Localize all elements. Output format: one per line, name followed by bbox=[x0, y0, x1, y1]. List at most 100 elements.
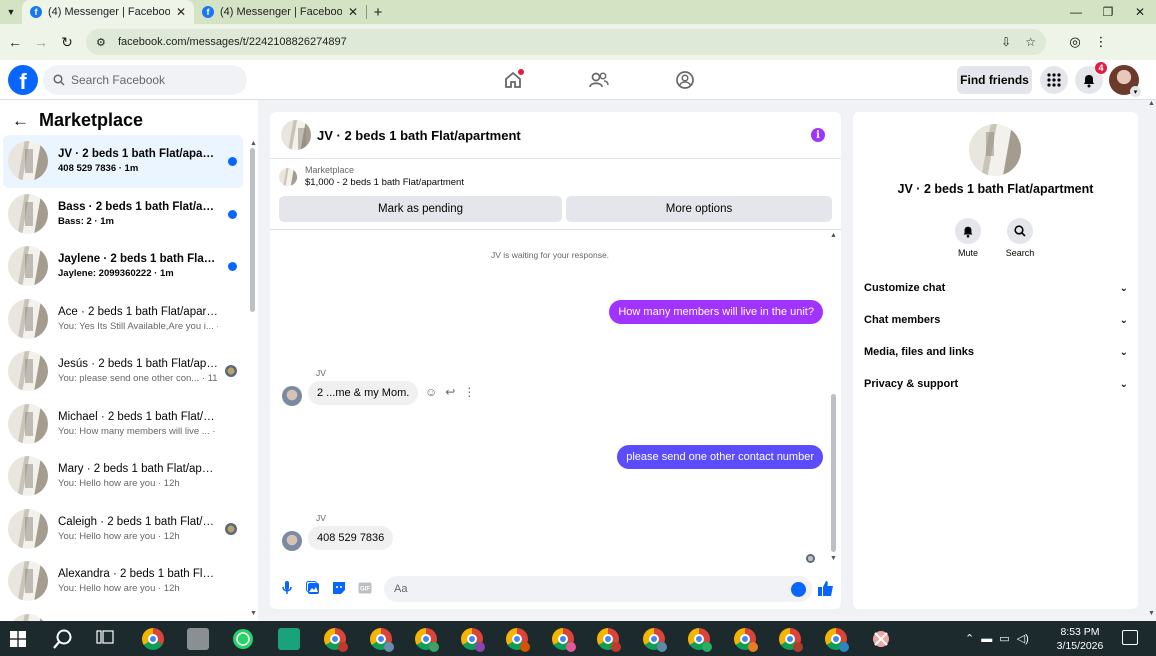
browser-menu-icon[interactable]: ⋮ bbox=[1088, 34, 1114, 50]
nav-friends[interactable] bbox=[556, 66, 642, 94]
chrome-profile-icon[interactable] bbox=[779, 628, 803, 652]
reload-icon[interactable]: ↻ bbox=[54, 34, 80, 51]
listing-summary[interactable]: Marketplace $1,000 - 2 beds 1 bath Flat/… bbox=[279, 165, 464, 188]
mark-as-pending-button[interactable]: Mark as pending bbox=[279, 196, 562, 222]
more-options-button[interactable]: More options bbox=[566, 196, 832, 222]
search-input[interactable]: Search Facebook bbox=[43, 65, 247, 95]
chrome-profile-icon[interactable] bbox=[551, 628, 576, 652]
conversation-item[interactable]: Bass · 2 beds 1 bath Flat/apart... Bass: … bbox=[3, 188, 243, 241]
message-input[interactable]: Aa bbox=[384, 576, 812, 602]
scroll-up-icon[interactable]: ▲ bbox=[830, 232, 837, 239]
listing-avatar[interactable] bbox=[281, 120, 311, 150]
chat-title[interactable]: JV · 2 beds 1 bath Flat/apartment bbox=[317, 128, 521, 143]
listing-avatar-large[interactable] bbox=[969, 124, 1021, 176]
chrome-profile-icon[interactable] bbox=[324, 628, 348, 652]
task-view-icon[interactable] bbox=[96, 628, 118, 650]
voice-recorder-icon[interactable] bbox=[278, 628, 300, 650]
section-customize-chat[interactable]: Customize chat ⌄ bbox=[864, 282, 1128, 294]
notification-center-icon[interactable] bbox=[1122, 630, 1138, 645]
volume-icon[interactable]: ◁) bbox=[1017, 632, 1029, 645]
conversation-item[interactable]: Mary · 2 beds 1 bath Flat/apart... You: H… bbox=[3, 450, 243, 503]
menu-button[interactable] bbox=[1040, 66, 1068, 94]
bookmark-star-icon[interactable]: ☆ bbox=[1025, 35, 1036, 49]
minimize-icon[interactable]: — bbox=[1060, 0, 1092, 24]
network-icon[interactable]: ▭ bbox=[999, 632, 1009, 645]
sender-avatar[interactable] bbox=[282, 531, 302, 551]
chrome-profile-icon[interactable] bbox=[460, 628, 485, 652]
chrome-profile-icon[interactable] bbox=[733, 628, 758, 652]
conversation-item[interactable]: Michael · 2 beds 1 bath Flat/apar... You:… bbox=[3, 398, 243, 451]
install-app-icon[interactable]: ⇩ bbox=[1001, 35, 1011, 49]
new-tab-icon[interactable]: + bbox=[367, 4, 389, 21]
chrome-profile-icon[interactable] bbox=[369, 628, 394, 652]
browser-tab-2[interactable]: f (4) Messenger | Facebook ✕ bbox=[194, 0, 366, 24]
conversation-item[interactable]: Jaylene · 2 beds 1 bath Flat/ap... Jaylen… bbox=[3, 240, 243, 293]
find-friends-button[interactable]: Find friends bbox=[957, 66, 1032, 94]
outgoing-message[interactable]: please send one other contact number bbox=[617, 445, 823, 469]
section-privacy-support[interactable]: Privacy & support ⌄ bbox=[864, 378, 1128, 390]
profile-icon[interactable]: ◎ bbox=[1062, 34, 1088, 50]
reply-icon[interactable]: ↩ bbox=[445, 385, 455, 399]
back-icon[interactable]: ← bbox=[2, 34, 28, 50]
back-arrow-icon[interactable]: ← bbox=[12, 111, 29, 131]
tab-search-chevron-icon[interactable]: ▼ bbox=[0, 1, 22, 23]
scroll-up-icon[interactable]: ▲ bbox=[250, 140, 257, 147]
page-scrollbar[interactable]: ▲ ▼ bbox=[1146, 100, 1156, 621]
conversation-item[interactable]: Ace · 2 beds 1 bath Flat/apartme... You: … bbox=[3, 293, 243, 346]
sticker-icon[interactable] bbox=[326, 581, 352, 595]
chrome-profile-icon[interactable] bbox=[688, 628, 712, 652]
more-icon[interactable]: ⋮ bbox=[463, 385, 475, 399]
react-emoji-icon[interactable]: ☺ bbox=[425, 385, 437, 399]
like-thumb-icon[interactable] bbox=[818, 581, 834, 601]
conversation-item[interactable]: Alexandra · 2 beds 1 bath Flat/... bbox=[3, 608, 243, 621]
incoming-message[interactable]: 408 529 7836 bbox=[308, 526, 394, 550]
section-chat-members[interactable]: Chat members ⌄ bbox=[864, 314, 1128, 326]
file-explorer-icon[interactable] bbox=[187, 628, 209, 650]
tab-close-icon[interactable]: ✕ bbox=[348, 5, 358, 19]
site-info-icon[interactable]: ⚙ bbox=[96, 36, 110, 49]
system-clock[interactable]: 8:53 PM 3/15/2026 bbox=[1050, 625, 1110, 653]
forward-icon[interactable]: → bbox=[28, 34, 54, 50]
info-icon[interactable]: i bbox=[811, 128, 825, 142]
chrome-profile-icon[interactable] bbox=[415, 628, 439, 652]
scroll-down-icon[interactable]: ▼ bbox=[830, 555, 837, 562]
facebook-logo-icon[interactable]: f bbox=[8, 65, 38, 95]
account-avatar[interactable]: ▾ bbox=[1109, 65, 1141, 97]
section-media-files-links[interactable]: Media, files and links ⌄ bbox=[864, 346, 1128, 358]
conversation-item[interactable]: Caleigh · 2 beds 1 bath Flat/ap... You: H… bbox=[3, 503, 243, 556]
chrome-icon[interactable] bbox=[142, 628, 164, 650]
mute-button[interactable]: Mute bbox=[943, 218, 993, 258]
windows-start-icon[interactable] bbox=[10, 631, 26, 647]
notifications-button[interactable]: 4 bbox=[1075, 61, 1108, 94]
url-bar[interactable]: ⚙ facebook.com/messages/t/22421088262748… bbox=[86, 29, 1046, 55]
scroll-down-icon[interactable]: ▼ bbox=[1148, 610, 1155, 617]
tab-close-icon[interactable]: ✕ bbox=[176, 5, 186, 19]
conversation-item[interactable]: Alexandra · 2 beds 1 bath Flat/a... You: … bbox=[3, 555, 243, 608]
list-scrollbar[interactable] bbox=[250, 148, 255, 312]
scroll-down-icon[interactable]: ▼ bbox=[250, 610, 257, 617]
battery-icon[interactable]: ▬ bbox=[981, 633, 992, 645]
chrome-profile-icon[interactable] bbox=[824, 628, 849, 652]
search-in-chat-button[interactable]: Search bbox=[995, 218, 1045, 258]
show-hidden-icons-icon[interactable]: ⌃ bbox=[965, 632, 974, 645]
nav-groups[interactable] bbox=[642, 66, 728, 94]
conversation-item[interactable]: Jesús · 2 beds 1 bath Flat/apar... You: p… bbox=[3, 345, 243, 398]
snipping-tool-icon[interactable] bbox=[870, 628, 892, 650]
attach-photo-icon[interactable] bbox=[300, 581, 326, 595]
window-close-icon[interactable]: ✕ bbox=[1124, 0, 1156, 24]
incoming-message[interactable]: 2 ...me & my Mom. bbox=[308, 381, 419, 405]
voice-clip-icon[interactable] bbox=[274, 581, 300, 595]
browser-tab-active[interactable]: f (4) Messenger | Facebook ✕ bbox=[22, 0, 194, 24]
emoji-icon[interactable] bbox=[791, 582, 806, 597]
search-icon[interactable] bbox=[52, 628, 74, 650]
conversation-item[interactable]: JV · 2 beds 1 bath Flat/apartm... 408 529… bbox=[3, 135, 243, 188]
chrome-profile-icon[interactable] bbox=[597, 628, 621, 652]
scroll-up-icon[interactable]: ▲ bbox=[1148, 100, 1155, 107]
sender-avatar[interactable] bbox=[282, 386, 302, 406]
chat-scrollbar[interactable] bbox=[831, 394, 836, 552]
gif-icon[interactable]: GIF bbox=[352, 582, 378, 594]
restore-icon[interactable]: ❐ bbox=[1092, 0, 1124, 24]
nav-home[interactable] bbox=[470, 66, 556, 94]
whatsapp-icon[interactable] bbox=[232, 628, 254, 650]
chrome-profile-icon[interactable] bbox=[506, 628, 530, 652]
